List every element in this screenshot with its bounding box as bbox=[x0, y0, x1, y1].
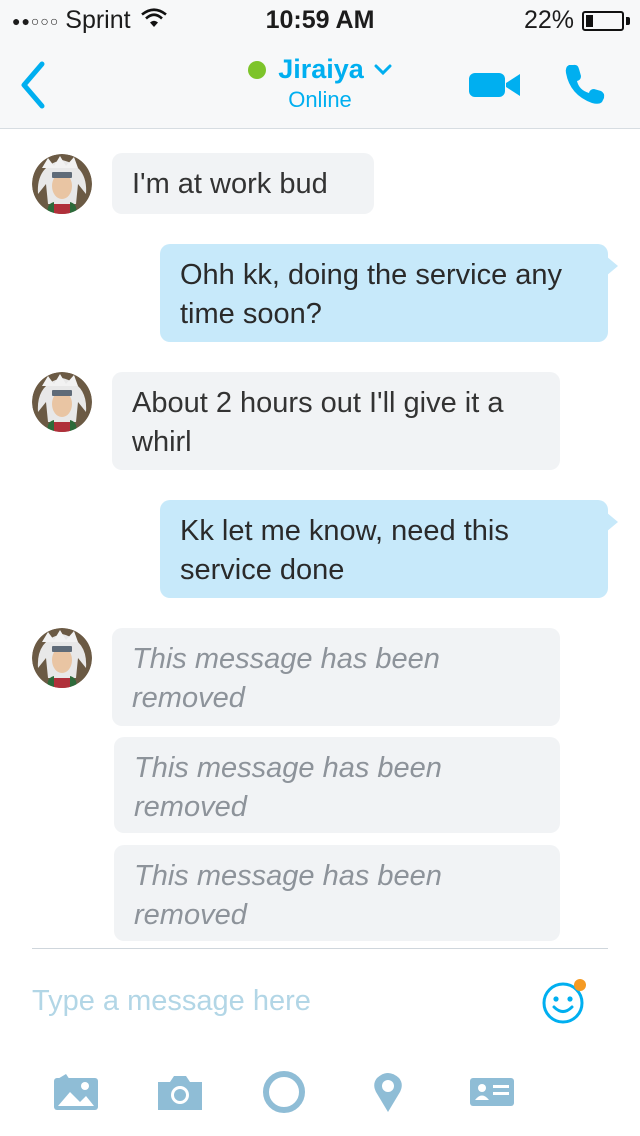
contact-name-button[interactable]: Jiraiya bbox=[248, 54, 392, 85]
chevron-down-icon bbox=[374, 64, 392, 75]
media-button[interactable] bbox=[52, 1072, 100, 1112]
bubble-tail bbox=[606, 512, 618, 532]
message-bubble-incoming[interactable]: I'm at work bud bbox=[112, 153, 374, 214]
message-text: About 2 hours out I'll give it a whirl bbox=[132, 387, 504, 458]
bubble-tail bbox=[606, 256, 618, 276]
video-message-icon bbox=[263, 1071, 305, 1113]
contact-avatar[interactable] bbox=[32, 628, 92, 688]
smiley-icon bbox=[542, 979, 586, 1024]
message-text: Ohh kk, doing the service any time soon? bbox=[180, 259, 563, 330]
battery-cap bbox=[626, 16, 630, 25]
message-text: Kk let me know, need this service done bbox=[180, 515, 509, 586]
message-input[interactable] bbox=[32, 978, 512, 1024]
conversation-header: Jiraiya Online bbox=[0, 40, 640, 129]
contact-name: Jiraiya bbox=[278, 54, 364, 84]
location-icon bbox=[374, 1073, 402, 1112]
message-bubble-outgoing[interactable]: Ohh kk, doing the service any time soon? bbox=[160, 244, 618, 342]
message-bubble-outgoing[interactable]: Kk let me know, need this service done bbox=[160, 500, 618, 598]
location-button[interactable] bbox=[364, 1072, 412, 1112]
message-bubble-incoming[interactable]: About 2 hours out I'll give it a whirl bbox=[112, 372, 560, 470]
camera-icon bbox=[158, 1076, 202, 1110]
video-call-icon bbox=[469, 73, 520, 97]
contact-card-icon bbox=[470, 1078, 514, 1106]
contact-info: Jiraiya Online bbox=[0, 54, 640, 113]
emoji-button[interactable] bbox=[540, 976, 590, 1026]
message-text: This message has been removed bbox=[132, 643, 440, 714]
message-text: This message has been removed bbox=[134, 860, 442, 931]
video-message-button[interactable] bbox=[260, 1071, 308, 1113]
battery-icon bbox=[582, 10, 624, 31]
composer-divider bbox=[32, 948, 608, 949]
contact-status: Online bbox=[288, 87, 352, 112]
video-call-button[interactable] bbox=[468, 70, 522, 100]
battery-percent: 22% bbox=[523, 6, 574, 34]
presence-indicator bbox=[248, 60, 267, 79]
battery-level-fill bbox=[586, 14, 593, 27]
contact-card-button[interactable] bbox=[468, 1072, 516, 1112]
message-text: I'm at work bud bbox=[132, 168, 328, 200]
audio-call-button[interactable] bbox=[564, 62, 606, 106]
camera-button[interactable] bbox=[156, 1072, 204, 1112]
status-bar-right: 22% bbox=[524, 6, 630, 35]
contact-avatar[interactable] bbox=[32, 154, 92, 214]
removed-message-bubble[interactable]: This message has been removed bbox=[114, 737, 560, 833]
media-icon bbox=[54, 1074, 98, 1110]
phone-icon bbox=[565, 64, 605, 104]
message-list[interactable]: I'm at work bud Ohh kk, doing the servic… bbox=[0, 129, 640, 947]
notification-dot bbox=[574, 979, 586, 991]
message-text: This message has been removed bbox=[134, 752, 442, 823]
removed-message-bubble[interactable]: This message has been removed bbox=[112, 628, 560, 726]
status-bar: ●●○○○ Sprint 10:59 AM 22% bbox=[0, 0, 640, 40]
composer-toolbar bbox=[0, 1060, 640, 1120]
removed-message-bubble[interactable]: This message has been removed bbox=[114, 845, 560, 941]
contact-avatar[interactable] bbox=[32, 372, 92, 432]
